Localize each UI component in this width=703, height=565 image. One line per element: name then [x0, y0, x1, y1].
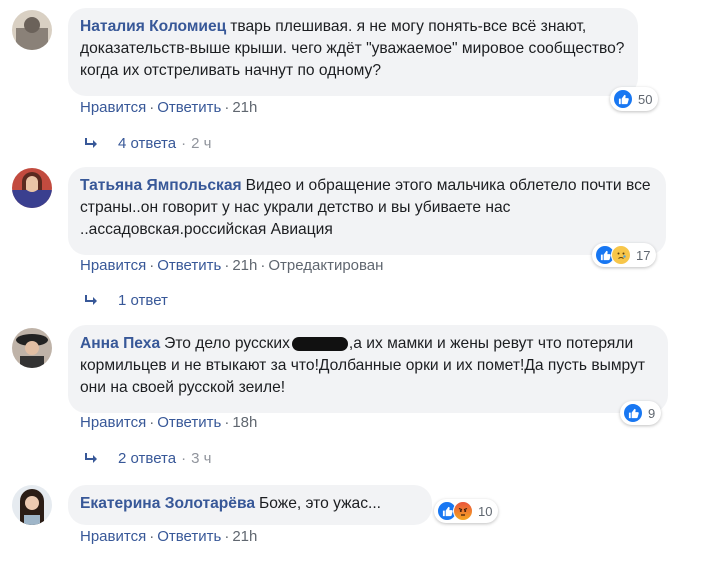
comment-author[interactable]: Екатерина Золотарёва — [80, 495, 255, 512]
reaction-count: 10 — [478, 503, 493, 519]
view-replies[interactable]: 2 ответа · 3 ч — [84, 450, 211, 467]
comment-actions: Нравится · Ответить · 21h · Отредактирован — [80, 257, 383, 274]
comment-actions: Нравится · Ответить · 18h — [80, 414, 257, 431]
avatar[interactable] — [12, 485, 52, 525]
comment-author[interactable]: Наталия Коломиец — [80, 18, 226, 35]
reaction-count: 50 — [638, 91, 653, 107]
replies-time: 2 ч — [191, 135, 212, 152]
separator: · — [149, 414, 155, 431]
separator: · — [260, 257, 266, 274]
reply-link[interactable]: Ответить — [157, 528, 221, 545]
reply-link[interactable]: Ответить — [157, 414, 221, 431]
reactions-summary[interactable]: 17 — [592, 243, 657, 267]
view-replies[interactable]: 1 ответ — [84, 292, 168, 309]
like-icon — [623, 403, 643, 423]
comment-author[interactable]: Анна Пеха — [80, 335, 160, 352]
censor-blot — [291, 336, 348, 351]
avatar[interactable] — [12, 328, 52, 368]
reply-arrow-icon — [85, 294, 97, 305]
reply-link[interactable]: Ответить — [157, 99, 221, 116]
like-link[interactable]: Нравится — [80, 99, 146, 116]
avatar[interactable] — [12, 10, 52, 50]
separator: · — [181, 135, 187, 152]
reply-link[interactable]: Ответить — [157, 257, 221, 274]
like-link[interactable]: Нравится — [80, 414, 146, 431]
reactions-summary[interactable]: 9 — [620, 401, 662, 425]
angry-icon — [453, 501, 473, 521]
replies-count[interactable]: 4 ответа — [118, 135, 176, 152]
reaction-count: 17 — [636, 247, 651, 263]
comment-actions: Нравится · Ответить · 21h — [80, 528, 257, 545]
comment-text-start: Это дело русских — [164, 335, 290, 352]
comment: Татьяна Ямпольская Видео и обращение этог… — [0, 160, 703, 315]
sad-icon — [611, 245, 631, 265]
separator: · — [224, 414, 230, 431]
avatar[interactable] — [12, 168, 52, 208]
comment: Наталия Коломиец тварь плешивая. я не мог… — [0, 0, 703, 160]
replies-count[interactable]: 1 ответ — [118, 292, 168, 309]
comment-text: Боже, это ужас... — [259, 495, 381, 512]
comment-bubble: Наталия Коломиец тварь плешивая. я не мог… — [68, 8, 638, 96]
separator: · — [224, 99, 230, 116]
replies-time: 3 ч — [191, 450, 212, 467]
comment-author[interactable]: Татьяна Ямпольская — [80, 177, 242, 194]
replies-count[interactable]: 2 ответа — [118, 450, 176, 467]
like-icon — [613, 89, 633, 109]
comment: Анна Пеха Это дело русских ,а их мамки и ж… — [0, 315, 703, 475]
like-link[interactable]: Нравится — [80, 528, 146, 545]
reply-arrow-icon — [85, 452, 97, 463]
separator: · — [181, 450, 187, 467]
separator: · — [149, 528, 155, 545]
comment-bubble: Татьяна Ямпольская Видео и обращение этог… — [68, 167, 666, 255]
separator: · — [149, 257, 155, 274]
comment-bubble: Анна Пеха Это дело русских ,а их мамки и ж… — [68, 325, 668, 413]
comment-time[interactable]: 21h — [232, 257, 257, 274]
comment: Екатерина Золотарёва Боже, это ужас... 10… — [0, 475, 703, 565]
edited-label[interactable]: Отредактирован — [268, 257, 383, 274]
reaction-count: 9 — [648, 405, 656, 421]
comment-time[interactable]: 18h — [232, 414, 257, 431]
separator: · — [224, 257, 230, 274]
like-link[interactable]: Нравится — [80, 257, 146, 274]
comment-bubble: Екатерина Золотарёва Боже, это ужас... — [68, 485, 432, 525]
reply-arrow-icon — [85, 137, 97, 148]
comment-time[interactable]: 21h — [232, 99, 257, 116]
comment-actions: Нравится · Ответить · 21h — [80, 99, 257, 116]
view-replies[interactable]: 4 ответа · 2 ч — [84, 135, 211, 152]
comment-time[interactable]: 21h — [232, 528, 257, 545]
reactions-summary[interactable]: 10 — [434, 499, 499, 523]
separator: · — [224, 528, 230, 545]
reactions-summary[interactable]: 50 — [610, 87, 659, 111]
separator: · — [149, 99, 155, 116]
